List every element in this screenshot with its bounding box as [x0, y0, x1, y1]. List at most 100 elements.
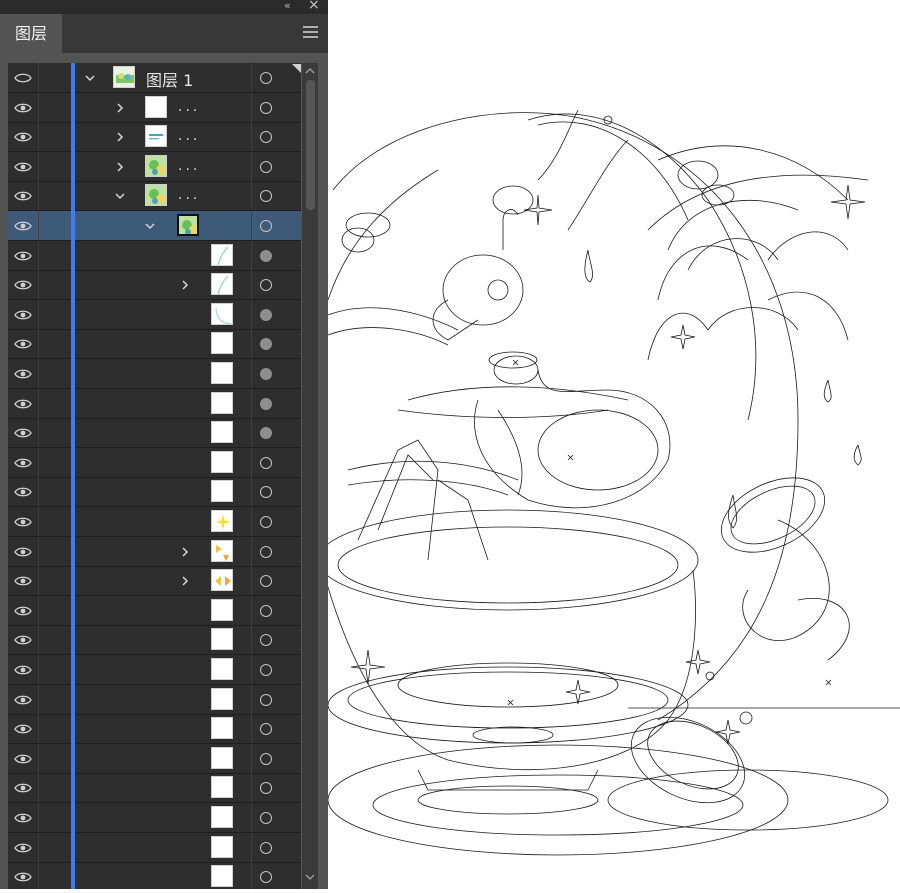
visibility-eye-icon[interactable]	[14, 722, 32, 736]
layer-row[interactable]	[8, 862, 301, 889]
visibility-eye-icon[interactable]	[14, 397, 32, 411]
layer-row[interactable]	[8, 418, 301, 449]
chevron-down-icon[interactable]	[85, 73, 95, 83]
target-circle-icon[interactable]	[260, 812, 272, 824]
chevron-right-icon[interactable]	[180, 280, 190, 290]
visibility-eye-icon[interactable]	[14, 71, 32, 85]
layer-row[interactable]	[8, 595, 301, 626]
visibility-eye-icon[interactable]	[14, 160, 32, 174]
sublayer-name[interactable]: ...	[178, 187, 200, 203]
layer-row[interactable]	[8, 507, 301, 537]
sublayer-name[interactable]: ...	[178, 158, 200, 174]
visibility-eye-icon[interactable]	[14, 841, 32, 855]
visibility-eye-icon[interactable]	[14, 456, 32, 470]
layer-row[interactable]	[8, 299, 301, 330]
target-circle-icon[interactable]	[260, 752, 272, 765]
layer-row[interactable]	[8, 743, 301, 774]
visibility-eye-icon[interactable]	[14, 811, 32, 825]
visibility-eye-icon[interactable]	[14, 337, 32, 351]
target-circle-icon[interactable]	[260, 249, 272, 262]
layer-row[interactable]	[8, 240, 301, 271]
layer-row[interactable]	[8, 566, 301, 597]
chevron-right-icon[interactable]	[180, 576, 190, 586]
target-circle-icon[interactable]	[260, 693, 272, 706]
layer-row[interactable]	[8, 211, 301, 241]
visibility-eye-icon[interactable]	[14, 189, 32, 203]
target-circle-icon[interactable]	[260, 220, 272, 232]
target-circle-icon[interactable]	[260, 516, 272, 528]
chevron-down-icon[interactable]	[145, 221, 155, 231]
layer-row[interactable]	[8, 447, 301, 478]
target-circle-icon[interactable]	[260, 338, 272, 351]
target-circle-icon[interactable]	[260, 545, 272, 558]
layer-row[interactable]	[8, 270, 301, 301]
target-circle-icon[interactable]	[260, 427, 272, 440]
layer-row[interactable]	[8, 359, 301, 389]
target-circle-icon[interactable]	[260, 664, 272, 676]
visibility-eye-icon[interactable]	[14, 633, 32, 647]
layer-row[interactable]: ...	[8, 92, 301, 123]
layer-row[interactable]: 图层 1	[8, 63, 301, 93]
target-circle-icon[interactable]	[260, 190, 272, 203]
visibility-eye-icon[interactable]	[14, 870, 32, 884]
visibility-eye-icon[interactable]	[14, 308, 32, 322]
target-circle-icon[interactable]	[260, 101, 272, 114]
visibility-eye-icon[interactable]	[14, 219, 32, 233]
sublayer-name[interactable]: ...	[178, 99, 200, 115]
layer-row[interactable]: ...	[8, 151, 301, 182]
target-circle-icon[interactable]	[260, 575, 272, 588]
tab-layers[interactable]: 图层	[0, 14, 62, 54]
layer-row[interactable]	[8, 803, 301, 833]
close-panel-icon[interactable]: ×	[308, 0, 320, 13]
target-circle-icon[interactable]	[260, 604, 272, 617]
visibility-eye-icon[interactable]	[14, 752, 32, 766]
target-circle-icon[interactable]	[260, 871, 272, 884]
visibility-eye-icon[interactable]	[14, 130, 32, 144]
chevron-right-icon[interactable]	[115, 162, 125, 172]
collapse-panel-icon[interactable]: «	[284, 0, 291, 12]
chevron-right-icon[interactable]	[115, 103, 125, 113]
sublayer-name[interactable]: ...	[178, 128, 200, 144]
visibility-eye-icon[interactable]	[14, 545, 32, 559]
visibility-eye-icon[interactable]	[14, 249, 32, 263]
layer-row[interactable]	[8, 625, 301, 656]
layer-row[interactable]	[8, 536, 301, 567]
visibility-eye-icon[interactable]	[14, 426, 32, 440]
visibility-eye-icon[interactable]	[14, 781, 32, 795]
target-circle-icon[interactable]	[260, 634, 272, 647]
target-circle-icon[interactable]	[260, 456, 272, 469]
layer-row[interactable]	[8, 684, 301, 715]
chevron-right-icon[interactable]	[180, 547, 190, 557]
layer-name[interactable]: 图层 1	[146, 67, 193, 91]
visibility-eye-icon[interactable]	[14, 515, 32, 529]
visibility-eye-icon[interactable]	[14, 693, 32, 707]
target-circle-icon[interactable]	[260, 131, 272, 144]
target-circle-icon[interactable]	[260, 782, 272, 795]
visibility-eye-icon[interactable]	[14, 278, 32, 292]
target-circle-icon[interactable]	[260, 723, 272, 736]
target-circle-icon[interactable]	[260, 308, 272, 321]
layer-row[interactable]: ...	[8, 181, 301, 212]
visibility-eye-icon[interactable]	[14, 367, 32, 381]
target-circle-icon[interactable]	[260, 486, 272, 499]
target-circle-icon[interactable]	[260, 368, 272, 380]
layer-row[interactable]	[8, 655, 301, 685]
layer-row[interactable]	[8, 714, 301, 745]
visibility-eye-icon[interactable]	[14, 485, 32, 499]
layer-row[interactable]	[8, 773, 301, 804]
target-circle-icon[interactable]	[260, 160, 272, 173]
layer-row[interactable]: ...	[8, 122, 301, 153]
artboard-canvas[interactable]	[317, 0, 900, 889]
layer-row[interactable]	[8, 388, 301, 419]
chevron-down-icon[interactable]	[115, 191, 125, 201]
visibility-eye-icon[interactable]	[14, 574, 32, 588]
visibility-eye-icon[interactable]	[14, 604, 32, 618]
layer-row[interactable]	[8, 477, 301, 508]
target-circle-icon[interactable]	[260, 279, 272, 292]
hamburger-menu-icon[interactable]	[303, 26, 318, 40]
layer-row[interactable]	[8, 832, 301, 863]
visibility-eye-icon[interactable]	[14, 663, 32, 677]
target-circle-icon[interactable]	[260, 397, 272, 410]
visibility-eye-icon[interactable]	[14, 101, 32, 115]
target-circle-icon[interactable]	[260, 72, 272, 84]
